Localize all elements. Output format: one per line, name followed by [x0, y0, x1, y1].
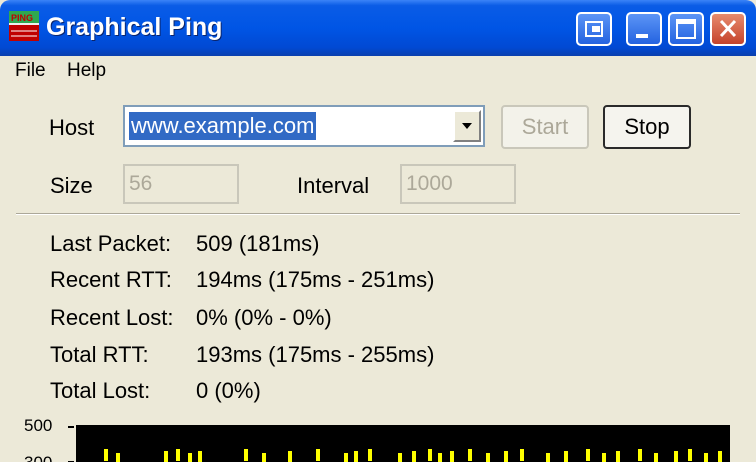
- rtt-graph-plot: [104, 449, 722, 462]
- rtt-mark: [262, 453, 266, 462]
- ping-app-icon: PING: [9, 11, 39, 41]
- rtt-mark: [344, 453, 348, 462]
- rtt-mark: [244, 449, 248, 461]
- y-tick-label: 300: [24, 453, 52, 462]
- interval-label: Interval: [297, 173, 370, 198]
- rtt-mark: [586, 449, 590, 461]
- chevron-down-icon: [462, 123, 472, 129]
- interval-field[interactable]: 1000: [400, 164, 516, 204]
- host-combobox[interactable]: www.example.com: [123, 105, 485, 147]
- rtt-mark: [688, 449, 692, 461]
- maximize-icon: [676, 19, 696, 39]
- rtt-mark: [428, 449, 432, 461]
- separator: [16, 213, 740, 215]
- rtt-mark: [198, 451, 202, 462]
- rtt-mark: [718, 451, 722, 462]
- restore-button[interactable]: [576, 12, 612, 46]
- rtt-mark: [704, 453, 708, 462]
- total-rtt-value: 193ms (175ms - 255ms): [196, 342, 435, 367]
- rtt-graph: [76, 425, 730, 462]
- rtt-mark: [638, 449, 642, 461]
- host-value[interactable]: www.example.com: [129, 112, 317, 140]
- rtt-mark: [674, 451, 678, 462]
- rtt-mark: [520, 449, 524, 461]
- rtt-mark: [486, 453, 490, 462]
- rtt-mark: [616, 451, 620, 462]
- total-rtt-label: Total RTT:: [50, 342, 149, 367]
- rtt-mark: [116, 453, 120, 462]
- rtt-mark: [398, 453, 402, 462]
- total-lost-label: Total Lost:: [50, 378, 151, 403]
- maximize-button[interactable]: [668, 12, 704, 46]
- rtt-mark: [450, 451, 454, 462]
- last-packet-value: 509 (181ms): [196, 231, 320, 256]
- rtt-mark: [188, 453, 192, 462]
- title-bar[interactable]: PING Graphical Ping: [0, 0, 756, 56]
- menu-bar: File Help: [0, 56, 756, 86]
- rtt-mark: [368, 449, 372, 461]
- rtt-mark: [654, 453, 658, 462]
- rtt-mark: [164, 451, 168, 462]
- total-lost-value: 0 (0%): [196, 378, 261, 403]
- rtt-mark: [316, 449, 320, 461]
- rtt-mark: [564, 451, 568, 462]
- restore-icon: [585, 21, 603, 37]
- recent-rtt-label: Recent RTT:: [50, 267, 172, 292]
- recent-lost-value: 0% (0% - 0%): [196, 305, 332, 330]
- rtt-mark: [412, 451, 416, 462]
- close-icon: [719, 19, 737, 38]
- svg-text:PING: PING: [11, 13, 33, 23]
- close-button[interactable]: [710, 12, 746, 46]
- recent-lost-label: Recent Lost:: [50, 305, 174, 330]
- recent-rtt-value: 194ms (175ms - 251ms): [196, 267, 435, 292]
- host-dropdown-button[interactable]: [453, 110, 481, 142]
- rtt-mark: [104, 449, 108, 461]
- rtt-mark: [288, 451, 292, 462]
- rtt-mark: [438, 453, 442, 462]
- host-label: Host: [49, 115, 95, 140]
- menu-help[interactable]: Help: [67, 60, 106, 82]
- rtt-mark: [176, 449, 180, 461]
- window-title: Graphical Ping: [46, 13, 223, 41]
- start-button[interactable]: Start: [501, 105, 589, 149]
- y-tick-mark: [68, 426, 74, 428]
- rtt-graph-series: [104, 449, 722, 462]
- size-label: Size: [50, 173, 93, 198]
- last-packet-label: Last Packet:: [50, 231, 172, 256]
- rtt-mark: [504, 451, 508, 462]
- stop-button[interactable]: Stop: [603, 105, 691, 149]
- rtt-mark: [468, 449, 472, 461]
- minimize-button[interactable]: [626, 12, 662, 46]
- y-tick-label: 500: [24, 416, 53, 435]
- menu-file[interactable]: File: [15, 60, 46, 82]
- rtt-mark: [354, 451, 358, 462]
- rtt-mark: [546, 453, 550, 462]
- minimize-icon: [636, 34, 648, 38]
- rtt-mark: [602, 453, 606, 462]
- size-field[interactable]: 56: [123, 164, 239, 204]
